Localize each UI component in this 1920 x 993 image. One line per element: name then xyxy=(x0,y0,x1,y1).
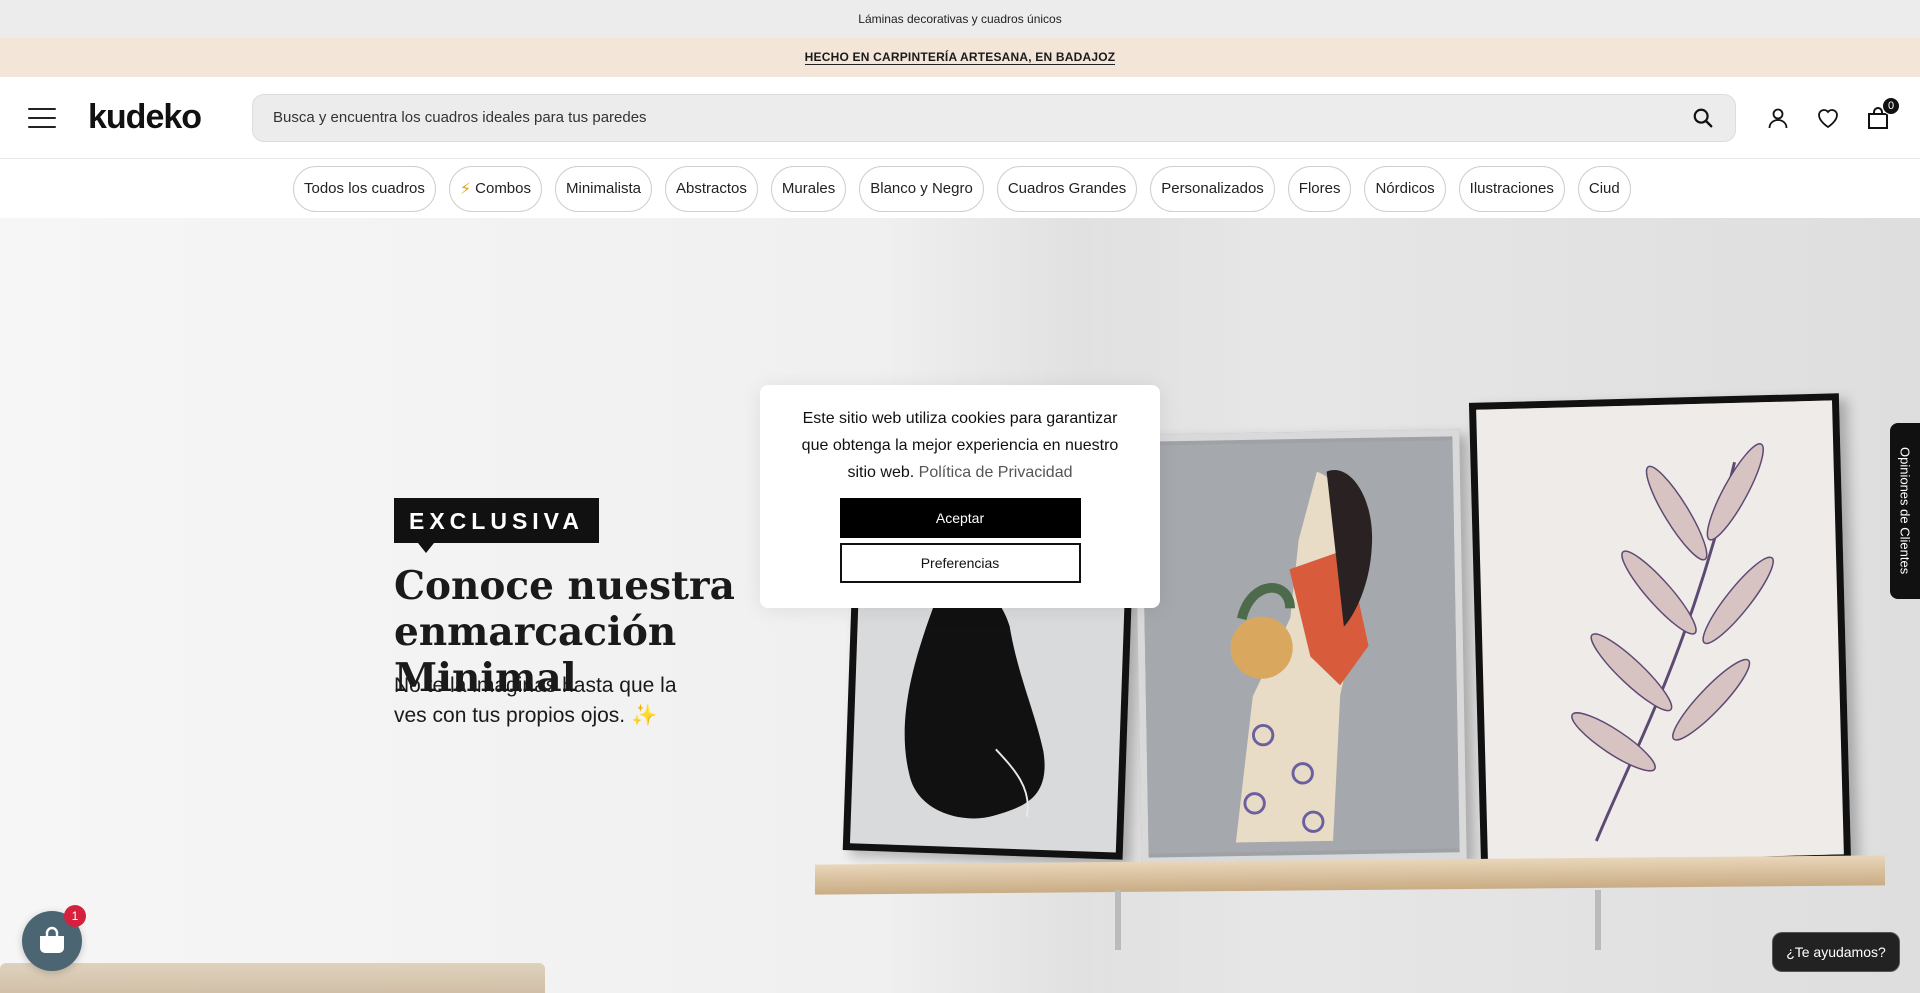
category-pill[interactable]: Personalizados xyxy=(1150,165,1275,212)
cookie-preferences-button[interactable]: Preferencias xyxy=(839,543,1081,583)
promo-bar[interactable]: HECHO EN CARPINTERÍA ARTESANA, EN BADAJO… xyxy=(0,38,1920,77)
category-pill[interactable]: Nórdicos xyxy=(1364,165,1446,212)
category-pill[interactable]: Flores xyxy=(1287,165,1352,212)
category-nav: Todos los cuadros ⚡ Combos Minimalista Abstr… xyxy=(0,159,1920,218)
category-pill[interactable]: Blanco y Negro xyxy=(859,165,984,212)
category-pill[interactable]: Ciud xyxy=(1577,165,1631,212)
category-pill-label: Ciud xyxy=(1588,180,1620,197)
category-pill[interactable]: Todos los cuadros xyxy=(293,165,436,212)
category-list: Todos los cuadros ⚡ Combos Minimalista Abstr… xyxy=(293,165,1633,212)
category-pill-label: Murales xyxy=(781,180,836,197)
category-pill[interactable]: Murales xyxy=(770,165,847,212)
category-pill[interactable]: Minimalista xyxy=(555,165,653,212)
exclusive-badge: EXCLUSIVA xyxy=(394,498,599,553)
header-actions: 0 xyxy=(1764,96,1900,132)
category-pill-label: Flores xyxy=(1298,180,1341,197)
cart-count-badge: 0 xyxy=(1882,96,1900,115)
hero-subtitle: No te la imaginas hasta que la ves con t… xyxy=(394,674,677,727)
search-icon[interactable] xyxy=(1691,106,1715,130)
category-pill-label: Blanco y Negro xyxy=(870,180,973,197)
menu-icon[interactable] xyxy=(28,107,56,128)
category-pill[interactable]: Ilustraciones xyxy=(1458,165,1565,212)
category-pill-label: Personalizados xyxy=(1161,180,1264,197)
category-pill[interactable]: Cuadros Grandes xyxy=(996,165,1138,212)
help-button[interactable]: ¿Te ayudamos? xyxy=(1772,932,1900,972)
account-icon[interactable] xyxy=(1764,104,1792,132)
cookie-message: Este sitio web utiliza cookies para gara… xyxy=(790,405,1130,486)
category-pill-label: Ilustraciones xyxy=(1469,180,1554,197)
lightning-icon: ⚡ xyxy=(459,180,472,198)
promo-link[interactable]: HECHO EN CARPINTERÍA ARTESANA, EN BADAJO… xyxy=(804,50,1116,65)
hero-furniture xyxy=(0,963,545,993)
shelf-bracket xyxy=(1115,890,1121,950)
category-pill-label: Cuadros Grandes xyxy=(1007,180,1127,197)
customer-reviews-tab[interactable]: Opiniones de Clientes xyxy=(1890,423,1920,599)
category-pill[interactable]: ⚡ Combos xyxy=(448,165,542,212)
search-input[interactable] xyxy=(273,109,1691,126)
reviews-tab-label: Opiniones de Clientes xyxy=(1897,447,1913,575)
cookie-consent-dialog: Este sitio web utiliza cookies para gara… xyxy=(760,385,1160,608)
artwork-woman-with-plant xyxy=(1134,429,1467,865)
category-pill-label: Combos xyxy=(475,180,531,197)
announcement-bar: Láminas decorativas y cuadros únicos xyxy=(0,0,1920,38)
chat-bag-icon xyxy=(40,926,64,953)
site-header: kudeko 0 xyxy=(0,77,1920,159)
shelf-bracket xyxy=(1595,890,1601,950)
chat-notification-badge: 1 xyxy=(64,905,86,927)
accept-cookies-button[interactable]: Aceptar xyxy=(839,498,1081,538)
artwork-leaf-branch xyxy=(1468,393,1852,871)
privacy-policy-link[interactable]: Política de Privacidad xyxy=(919,464,1073,481)
wishlist-heart-icon[interactable] xyxy=(1814,104,1842,132)
search-bar xyxy=(252,93,1736,142)
category-pill-label: Todos los cuadros xyxy=(304,180,425,197)
category-pill-label: Abstractos xyxy=(676,180,747,197)
category-pill-label: Nórdicos xyxy=(1375,180,1435,197)
category-pill-label: Minimalista xyxy=(566,180,642,197)
logo[interactable]: kudeko xyxy=(88,98,228,137)
announcement-text: Láminas decorativas y cuadros únicos xyxy=(858,12,1062,26)
category-pill[interactable]: Abstractos xyxy=(665,165,758,212)
cart-icon[interactable]: 0 xyxy=(1864,96,1900,132)
